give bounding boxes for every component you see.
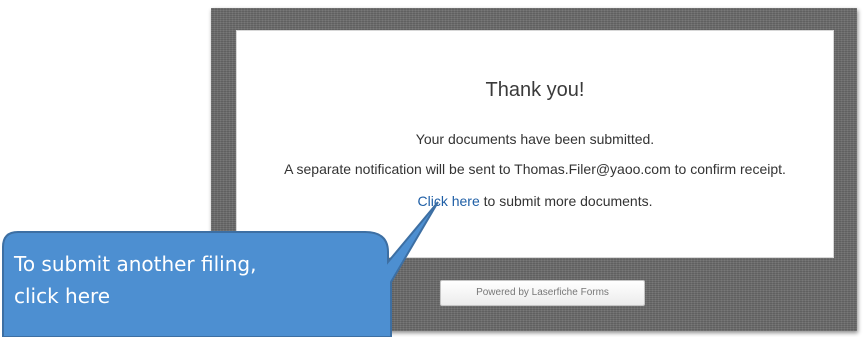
confirmation-card: Thank you! Your documents have been subm… <box>236 30 834 258</box>
submit-more-suffix: to submit more documents. <box>479 193 653 209</box>
submitted-message: Your documents have been submitted. <box>415 131 655 147</box>
powered-by-laserfiche-button[interactable]: Powered by Laserfiche Forms <box>440 280 645 306</box>
notification-message: A separate notification will be sent to … <box>284 161 786 177</box>
thank-you-heading: Thank you! <box>485 79 585 101</box>
submit-more-line: Click here to submit more documents. <box>237 193 833 209</box>
click-here-link[interactable]: Click here <box>418 193 480 209</box>
screenshot-stage: Thank you! Your documents have been subm… <box>0 0 865 337</box>
